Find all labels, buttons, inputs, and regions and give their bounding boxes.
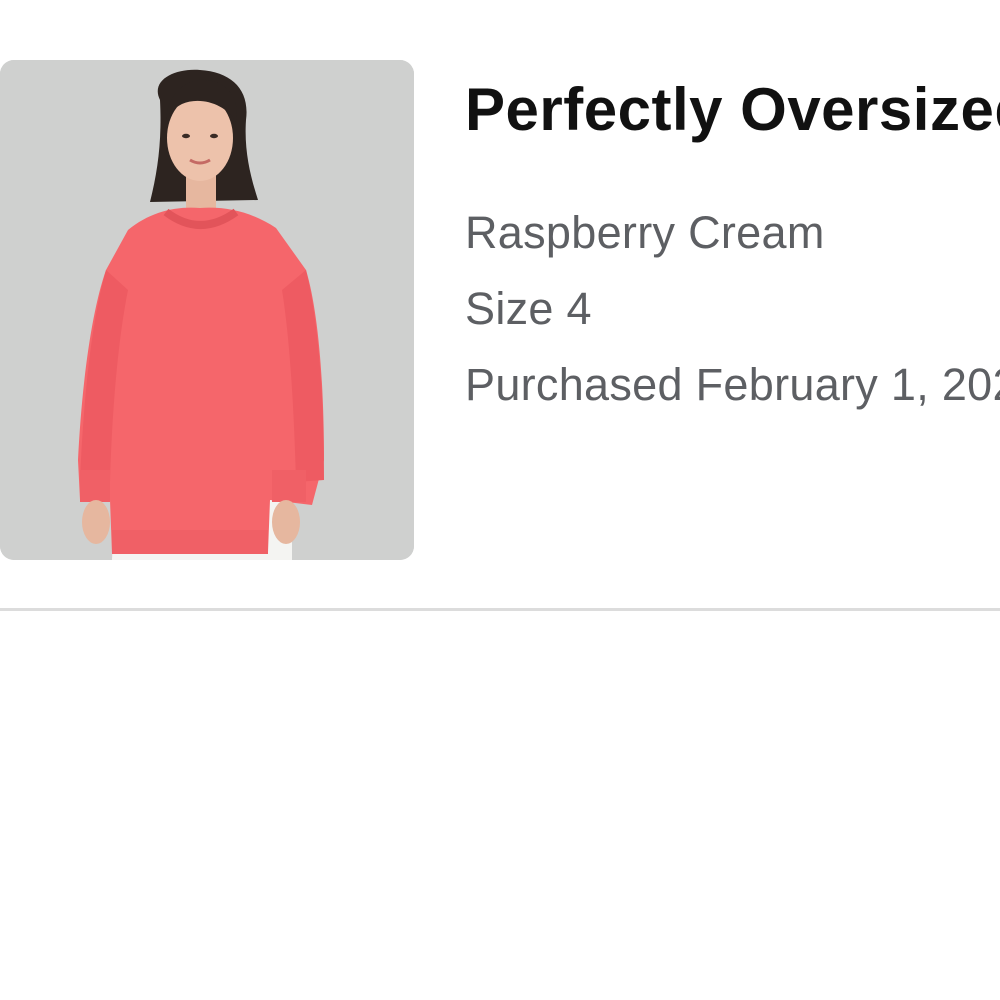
order-item-screen: Perfectly Oversized Crew Raspberry Cream… [0,0,1000,1000]
product-image[interactable] [0,60,414,560]
product-title[interactable]: Perfectly Oversized Crew [465,72,1000,148]
purchase-date: Purchased February 1, 2022 [465,359,1000,410]
divider [0,608,1000,611]
product-color: Raspberry Cream [465,207,825,258]
product-details: Perfectly Oversized Crew Raspberry Cream… [465,72,1000,423]
order-item-row[interactable]: Perfectly Oversized Crew Raspberry Cream… [0,0,1000,612]
product-photo-illustration [0,60,414,560]
product-size: Size 4 [465,283,592,334]
